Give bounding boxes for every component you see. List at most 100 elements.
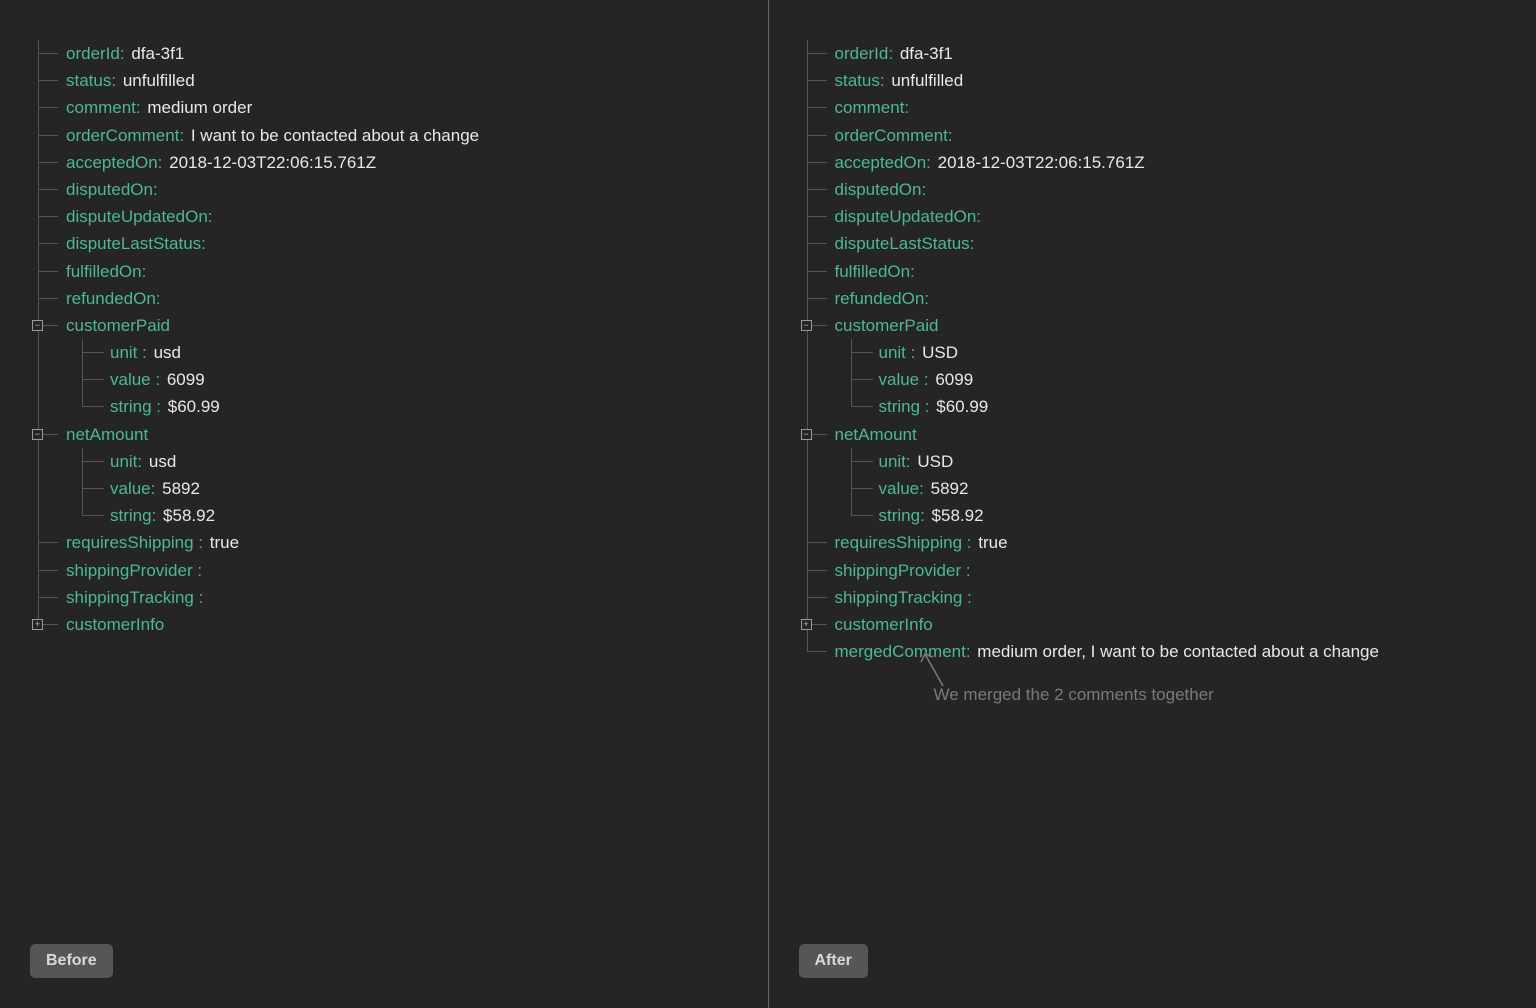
key-disputeUpdatedOn: disputeUpdatedOn:: [66, 207, 213, 226]
key-disputeUpdatedOn: disputeUpdatedOn:: [835, 207, 982, 226]
tree-row-na-string: string: $58.92: [843, 502, 1507, 529]
val-cp-string: $60.99: [936, 397, 988, 416]
tree-row-status: status: unfulfilled: [807, 67, 1507, 94]
tree-row-disputeLastStatus: disputeLastStatus:: [807, 230, 1507, 257]
tree-row-customerPaid[interactable]: customerPaid unit : USD value : 6099 str…: [807, 312, 1507, 421]
key-acceptedOn: acceptedOn:: [835, 153, 931, 172]
tree-row-mergedComment: mergedComment: medium order, I want to b…: [807, 638, 1507, 665]
val-requiresShipping: true: [210, 533, 239, 552]
key-customerPaid: customerPaid: [835, 316, 939, 335]
key-na-unit: unit:: [879, 452, 911, 471]
key-orderComment: orderComment:: [835, 126, 953, 145]
collapse-icon[interactable]: [32, 320, 43, 331]
before-badge: Before: [30, 944, 113, 978]
key-na-value: value:: [879, 479, 924, 498]
key-comment: comment:: [835, 98, 910, 117]
key-orderId: orderId:: [66, 44, 125, 63]
collapse-icon[interactable]: [801, 320, 812, 331]
key-comment: comment:: [66, 98, 141, 117]
val-cp-unit: usd: [154, 343, 181, 362]
tree-row-comment: comment:: [807, 94, 1507, 121]
key-cp-unit: unit :: [879, 343, 916, 362]
key-netAmount: netAmount: [66, 425, 148, 444]
tree-row-netAmount[interactable]: netAmount unit: usd value: 5892 string: …: [38, 421, 738, 530]
key-shippingTracking: shippingTracking :: [835, 588, 972, 607]
key-disputedOn: disputedOn:: [835, 180, 927, 199]
key-customerInfo: customerInfo: [835, 615, 933, 634]
tree-row-refundedOn: refundedOn:: [807, 285, 1507, 312]
tree-row-netAmount[interactable]: netAmount unit: USD value: 5892 string: …: [807, 421, 1507, 530]
tree-row-na-string: string: $58.92: [74, 502, 738, 529]
key-cp-string: string :: [879, 397, 930, 416]
tree-row-orderId: orderId: dfa-3f1: [38, 40, 738, 67]
val-na-string: $58.92: [932, 506, 984, 525]
tree-row-cp-string: string : $60.99: [74, 393, 738, 420]
key-netAmount: netAmount: [835, 425, 917, 444]
key-disputeLastStatus: disputeLastStatus:: [66, 234, 206, 253]
expand-icon[interactable]: [801, 619, 812, 630]
key-customerInfo: customerInfo: [66, 615, 164, 634]
key-refundedOn: refundedOn:: [66, 289, 161, 308]
tree-row-fulfilledOn: fulfilledOn:: [807, 258, 1507, 285]
tree-row-refundedOn: refundedOn:: [38, 285, 738, 312]
key-na-string: string:: [879, 506, 925, 525]
expand-icon[interactable]: [32, 619, 43, 630]
key-status: status:: [835, 71, 885, 90]
val-acceptedOn: 2018-12-03T22:06:15.761Z: [169, 153, 376, 172]
tree-row-na-value: value: 5892: [74, 475, 738, 502]
tree-row-shippingProvider: shippingProvider :: [807, 557, 1507, 584]
tree-row-requiresShipping: requiresShipping : true: [807, 529, 1507, 556]
after-badge: After: [799, 944, 868, 978]
tree-row-comment: comment: medium order: [38, 94, 738, 121]
key-fulfilledOn: fulfilledOn:: [835, 262, 915, 281]
tree-row-status: status: unfulfilled: [38, 67, 738, 94]
val-status: unfulfilled: [123, 71, 195, 90]
val-orderId: dfa-3f1: [900, 44, 953, 63]
val-na-unit: USD: [917, 452, 953, 471]
before-pane: orderId: dfa-3f1 status: unfulfilled com…: [0, 0, 768, 1008]
key-orderComment: orderComment:: [66, 126, 184, 145]
tree-row-disputedOn: disputedOn:: [807, 176, 1507, 203]
key-mergedComment: mergedComment:: [835, 642, 971, 661]
annotation-text: We merged the 2 comments together: [934, 685, 1214, 705]
after-pane: orderId: dfa-3f1 status: unfulfilled com…: [769, 0, 1536, 1008]
tree-row-customerInfo[interactable]: customerInfo: [38, 611, 738, 638]
tree-row-shippingProvider: shippingProvider :: [38, 557, 738, 584]
tree-row-orderId: orderId: dfa-3f1: [807, 40, 1507, 67]
tree-row-cp-string: string : $60.99: [843, 393, 1507, 420]
key-na-value: value:: [110, 479, 155, 498]
tree-row-customerPaid[interactable]: customerPaid unit : usd value : 6099 str…: [38, 312, 738, 421]
val-na-unit: usd: [149, 452, 176, 471]
val-cp-value: 6099: [935, 370, 973, 389]
val-orderComment: I want to be contacted about a change: [191, 126, 479, 145]
val-acceptedOn: 2018-12-03T22:06:15.761Z: [938, 153, 1145, 172]
tree-row-cp-value: value : 6099: [843, 366, 1507, 393]
tree-row-disputeUpdatedOn: disputeUpdatedOn:: [807, 203, 1507, 230]
tree-row-fulfilledOn: fulfilledOn:: [38, 258, 738, 285]
tree-row-shippingTracking: shippingTracking :: [38, 584, 738, 611]
val-cp-unit: USD: [922, 343, 958, 362]
tree-row-acceptedOn: acceptedOn: 2018-12-03T22:06:15.761Z: [807, 149, 1507, 176]
tree-row-disputedOn: disputedOn:: [38, 176, 738, 203]
key-na-string: string:: [110, 506, 156, 525]
key-fulfilledOn: fulfilledOn:: [66, 262, 146, 281]
tree-row-customerInfo[interactable]: customerInfo: [807, 611, 1507, 638]
val-cp-string: $60.99: [168, 397, 220, 416]
key-cp-unit: unit :: [110, 343, 147, 362]
key-shippingProvider: shippingProvider :: [66, 561, 202, 580]
tree-row-acceptedOn: acceptedOn: 2018-12-03T22:06:15.761Z: [38, 149, 738, 176]
collapse-icon[interactable]: [32, 429, 43, 440]
tree-row-cp-unit: unit : USD: [843, 339, 1507, 366]
val-orderId: dfa-3f1: [131, 44, 184, 63]
val-mergedComment: medium order, I want to be contacted abo…: [977, 642, 1379, 661]
val-na-value: 5892: [162, 479, 200, 498]
tree-row-na-unit: unit: USD: [843, 448, 1507, 475]
key-refundedOn: refundedOn:: [835, 289, 930, 308]
key-requiresShipping: requiresShipping :: [66, 533, 203, 552]
tree-row-na-value: value: 5892: [843, 475, 1507, 502]
tree-row-orderComment: orderComment:: [807, 122, 1507, 149]
key-requiresShipping: requiresShipping :: [835, 533, 972, 552]
val-na-string: $58.92: [163, 506, 215, 525]
collapse-icon[interactable]: [801, 429, 812, 440]
tree-row-shippingTracking: shippingTracking :: [807, 584, 1507, 611]
